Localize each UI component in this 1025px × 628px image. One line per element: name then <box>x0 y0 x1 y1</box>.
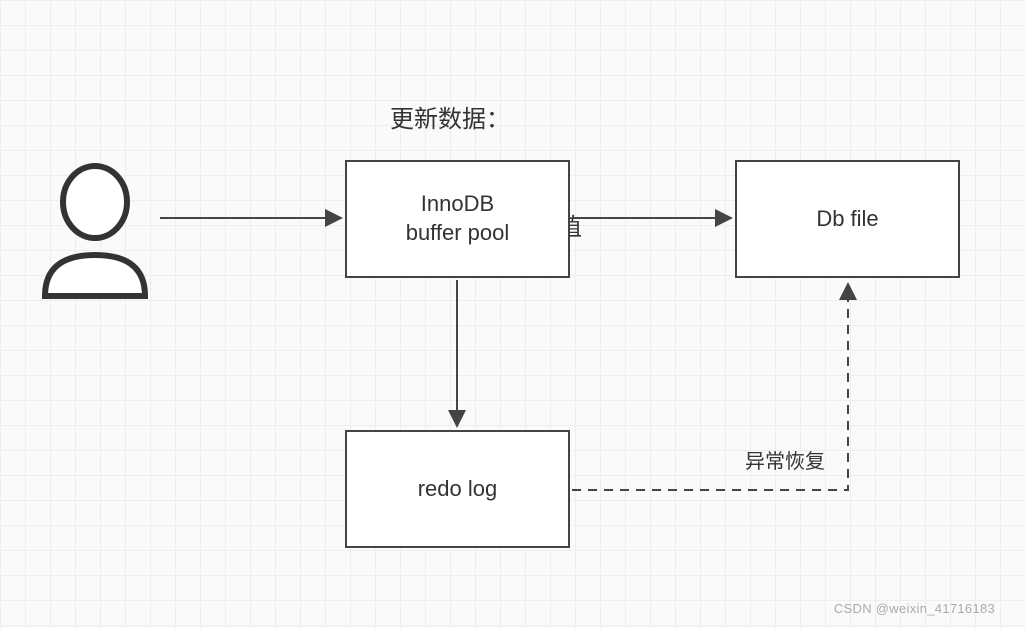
edge-recover-label: 异常恢复 <box>745 445 825 474</box>
buffer-pool-label-1: InnoDB <box>421 190 494 219</box>
watermark: CSDN @weixin_41716183 <box>834 601 995 616</box>
title-line1: 更新数据： <box>390 102 582 138</box>
db-file-box: Db file <box>735 160 960 278</box>
redo-log-label: redo log <box>418 475 498 504</box>
redo-log-box: redo log <box>345 430 570 548</box>
buffer-pool-label-2: buffer pool <box>406 219 510 248</box>
buffer-pool-box: InnoDB buffer pool <box>345 160 570 278</box>
db-file-label: Db file <box>816 205 878 234</box>
diagram-canvas: 更新数据： 先更新内存中的值 InnoDB buffer pool Db fil… <box>0 0 1025 628</box>
user-icon <box>35 160 155 300</box>
